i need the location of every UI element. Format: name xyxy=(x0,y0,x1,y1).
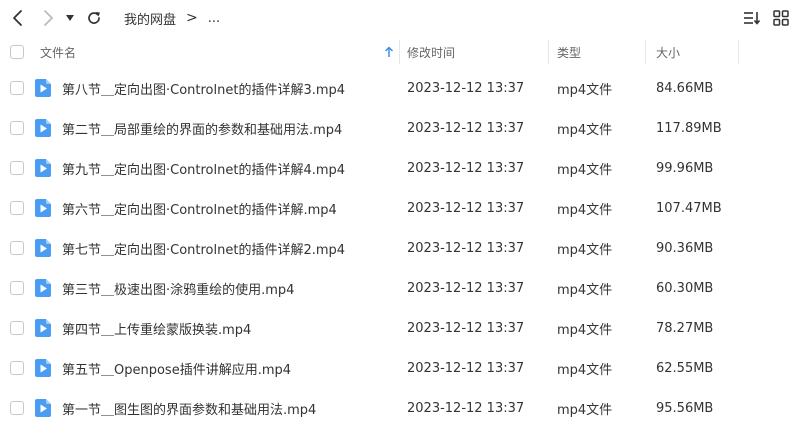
breadcrumb-root[interactable]: 我的网盘 xyxy=(124,9,176,28)
chevron-right-icon xyxy=(44,10,53,26)
header-size[interactable]: 大小 xyxy=(656,36,680,68)
file-modified: 2023-12-12 13:37 xyxy=(407,400,525,416)
file-type: mp4文件 xyxy=(557,322,613,338)
row-checkbox[interactable] xyxy=(10,201,24,215)
header-modified-label: 修改时间 xyxy=(407,45,456,60)
row-checkbox[interactable] xyxy=(10,281,24,295)
file-name[interactable]: 第八节＿定向出图·Controlnet的插件详解3.mp4 xyxy=(62,68,345,108)
toolbar: 我的网盘 > ... xyxy=(0,0,798,36)
file-size: 78.27MB xyxy=(656,320,714,336)
header-type-label: 类型 xyxy=(557,45,582,60)
header-name[interactable]: 文件名 xyxy=(40,36,400,68)
select-all-checkbox[interactable] xyxy=(10,45,24,59)
file-modified: 2023-12-12 13:37 xyxy=(407,240,525,256)
video-file-icon xyxy=(35,79,51,97)
header-name-label: 文件名 xyxy=(40,45,77,60)
file-row[interactable]: 第一节＿图生图的界面参数和基础用法.mp4 2023-12-12 13:37 m… xyxy=(0,388,798,428)
file-row[interactable]: 第二节＿局部重绘的界面的参数和基础用法.mp4 2023-12-12 13:37… xyxy=(0,108,798,148)
file-type: mp4文件 xyxy=(557,202,613,218)
file-name[interactable]: 第三节＿极速出图·涂鸦重绘的使用.mp4 xyxy=(62,268,294,308)
video-file-icon xyxy=(35,159,51,177)
header-size-label: 大小 xyxy=(656,45,681,60)
file-name[interactable]: 第四节＿上传重绘蒙版换装.mp4 xyxy=(62,308,251,348)
sort-button[interactable] xyxy=(742,8,762,28)
file-name[interactable]: 第一节＿图生图的界面参数和基础用法.mp4 xyxy=(62,388,316,428)
row-checkbox[interactable] xyxy=(10,161,24,175)
file-size: 84.66MB xyxy=(656,80,714,96)
file-modified: 2023-12-12 13:37 xyxy=(407,160,525,176)
file-row[interactable]: 第八节＿定向出图·Controlnet的插件详解3.mp4 2023-12-12… xyxy=(0,68,798,108)
file-list: 第八节＿定向出图·Controlnet的插件详解3.mp4 2023-12-12… xyxy=(0,68,798,428)
column-separator[interactable] xyxy=(738,40,739,64)
file-row[interactable]: 第五节＿Openpose插件讲解应用.mp4 2023-12-12 13:37 … xyxy=(0,348,798,388)
file-type: mp4文件 xyxy=(557,402,613,418)
video-file-icon xyxy=(35,239,51,257)
breadcrumb-separator: > xyxy=(186,10,198,26)
refresh-button[interactable] xyxy=(82,6,106,30)
file-modified: 2023-12-12 13:37 xyxy=(407,320,525,336)
breadcrumb: 我的网盘 > ... xyxy=(124,0,220,36)
file-modified: 2023-12-12 13:37 xyxy=(407,120,525,136)
column-separator[interactable] xyxy=(645,40,646,64)
column-separator[interactable] xyxy=(548,40,549,64)
file-name[interactable]: 第七节＿定向出图·Controlnet的插件详解2.mp4 xyxy=(62,228,345,268)
row-checkbox[interactable] xyxy=(10,81,24,95)
file-size: 107.47MB xyxy=(656,200,722,216)
file-type: mp4文件 xyxy=(557,82,613,98)
file-size: 117.89MB xyxy=(656,120,722,136)
grid-view-icon xyxy=(773,10,789,26)
video-file-icon xyxy=(35,359,51,377)
column-separator[interactable] xyxy=(399,40,400,64)
history-dropdown-button[interactable] xyxy=(60,6,80,30)
file-modified: 2023-12-12 13:37 xyxy=(407,280,525,296)
file-name[interactable]: 第二节＿局部重绘的界面的参数和基础用法.mp4 xyxy=(62,108,342,148)
file-modified: 2023-12-12 13:37 xyxy=(407,80,525,96)
row-checkbox[interactable] xyxy=(10,321,24,335)
grid-view-button[interactable] xyxy=(771,8,791,28)
file-name[interactable]: 第五节＿Openpose插件讲解应用.mp4 xyxy=(62,348,291,388)
file-name[interactable]: 第六节＿定向出图·Controlnet的插件详解.mp4 xyxy=(62,188,337,228)
file-row[interactable]: 第九节＿定向出图·Controlnet的插件详解4.mp4 2023-12-12… xyxy=(0,148,798,188)
file-modified: 2023-12-12 13:37 xyxy=(407,200,525,216)
file-size: 95.56MB xyxy=(656,400,714,416)
header-type[interactable]: 类型 xyxy=(557,36,581,68)
video-file-icon xyxy=(35,119,51,137)
file-size: 62.55MB xyxy=(656,360,714,376)
file-row[interactable]: 第七节＿定向出图·Controlnet的插件详解2.mp4 2023-12-12… xyxy=(0,228,798,268)
video-file-icon xyxy=(35,399,51,417)
file-name[interactable]: 第九节＿定向出图·Controlnet的插件详解4.mp4 xyxy=(62,148,345,188)
file-size: 90.36MB xyxy=(656,240,714,256)
file-size: 99.96MB xyxy=(656,160,714,176)
forward-button[interactable] xyxy=(36,6,60,30)
file-row[interactable]: 第四节＿上传重绘蒙版换装.mp4 2023-12-12 13:37 mp4文件 … xyxy=(0,308,798,348)
video-file-icon xyxy=(35,199,51,217)
file-type: mp4文件 xyxy=(557,282,613,298)
file-modified: 2023-12-12 13:37 xyxy=(407,360,525,376)
sort-list-icon xyxy=(744,12,761,25)
file-type: mp4文件 xyxy=(557,362,613,378)
chevron-left-icon xyxy=(13,10,22,26)
file-type: mp4文件 xyxy=(557,242,613,258)
row-checkbox[interactable] xyxy=(10,241,24,255)
file-type: mp4文件 xyxy=(557,162,613,178)
caret-down-icon xyxy=(66,15,74,21)
file-row[interactable]: 第六节＿定向出图·Controlnet的插件详解.mp4 2023-12-12 … xyxy=(0,188,798,228)
breadcrumb-more[interactable]: ... xyxy=(208,11,220,26)
row-checkbox[interactable] xyxy=(10,401,24,415)
column-header: 文件名 修改时间 类型 大小 xyxy=(0,36,798,68)
row-checkbox[interactable] xyxy=(10,361,24,375)
file-row[interactable]: 第三节＿极速出图·涂鸦重绘的使用.mp4 2023-12-12 13:37 mp… xyxy=(0,268,798,308)
video-file-icon xyxy=(35,279,51,297)
video-file-icon xyxy=(35,319,51,337)
sort-ascending-icon xyxy=(384,46,394,57)
file-type: mp4文件 xyxy=(557,122,613,138)
refresh-icon xyxy=(88,12,100,24)
file-size: 60.30MB xyxy=(656,280,714,296)
row-checkbox[interactable] xyxy=(10,121,24,135)
back-button[interactable] xyxy=(6,6,30,30)
header-modified[interactable]: 修改时间 xyxy=(407,36,455,68)
